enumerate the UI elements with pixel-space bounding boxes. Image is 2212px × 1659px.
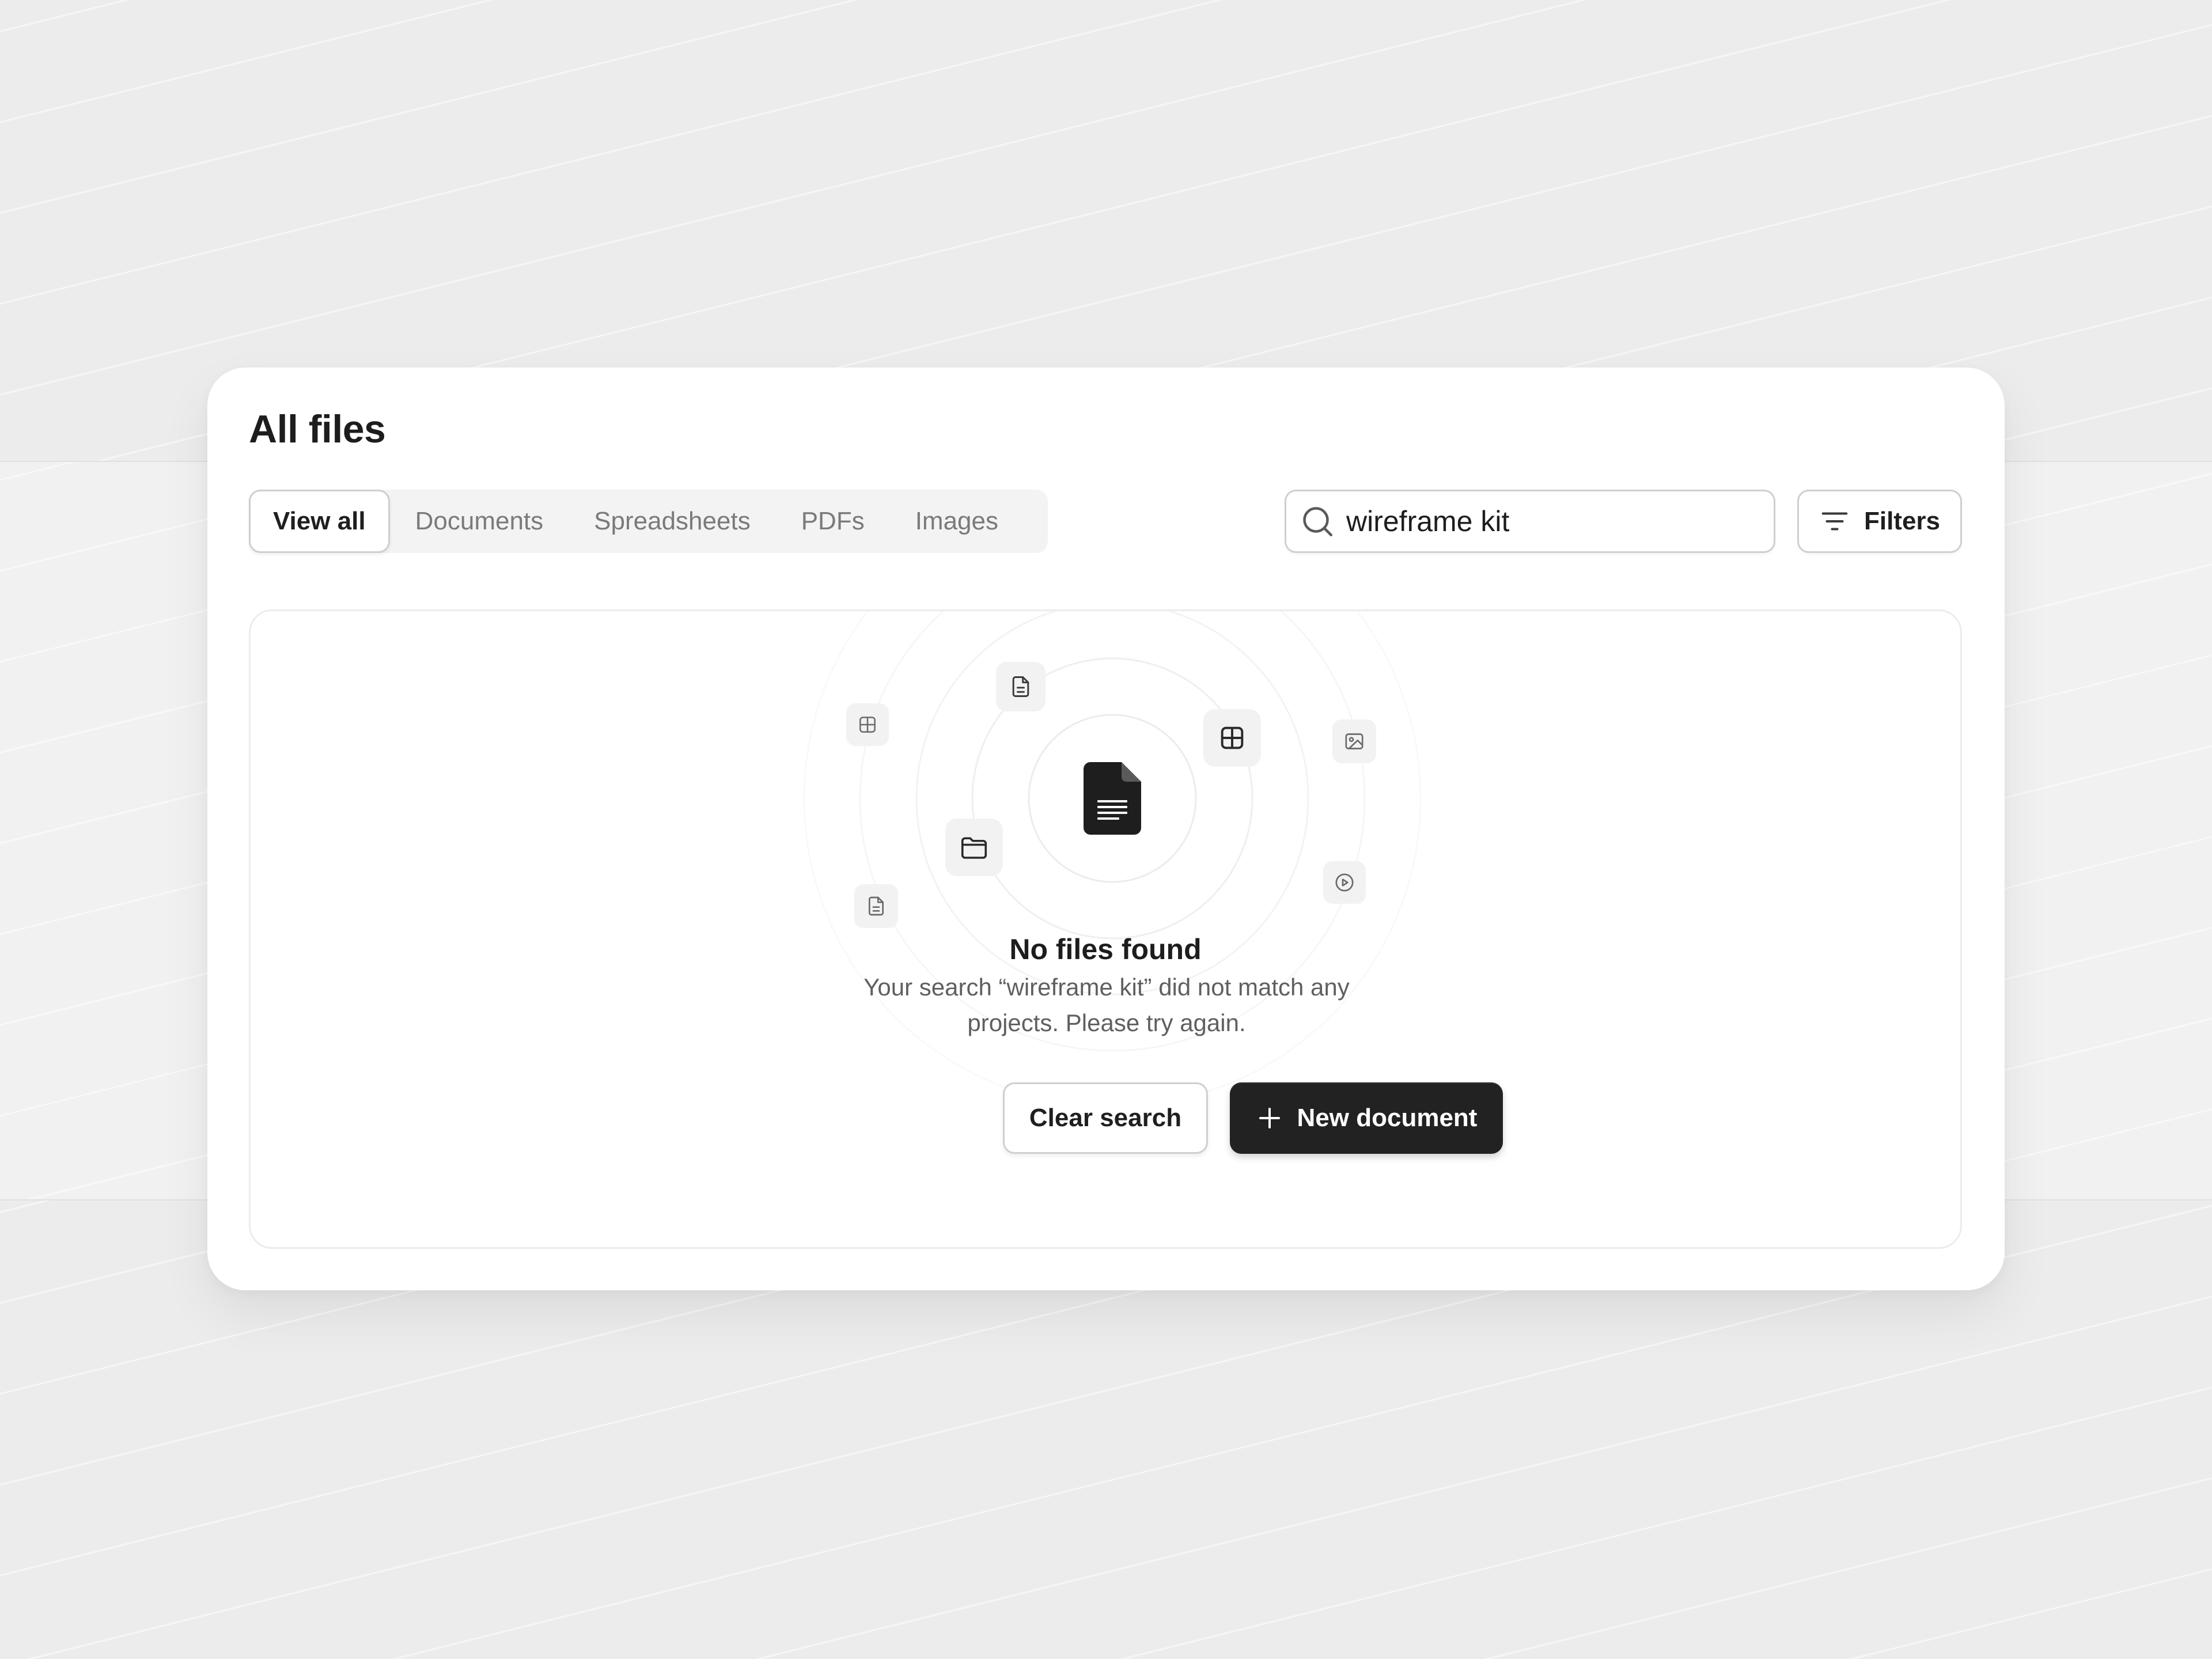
filters-button[interactable]: Filters bbox=[1797, 490, 1962, 553]
document-icon bbox=[854, 884, 898, 928]
empty-state-title: No files found bbox=[1009, 933, 1202, 965]
filter-lines-icon bbox=[1821, 512, 1848, 531]
plus-icon bbox=[1259, 1108, 1280, 1128]
grid-icon bbox=[1203, 709, 1261, 767]
image-icon bbox=[1332, 719, 1376, 763]
tab-images[interactable]: Images bbox=[890, 490, 1024, 553]
document-icon bbox=[1084, 762, 1141, 835]
clear-search-button[interactable]: Clear search bbox=[1003, 1082, 1208, 1154]
filters-label: Filters bbox=[1863, 507, 1941, 535]
play-circle-icon bbox=[1323, 861, 1366, 904]
tab-pdfs[interactable]: PDFs bbox=[776, 490, 890, 553]
grid-icon bbox=[846, 703, 889, 746]
empty-state-panel: No files found Your search “wireframe ki… bbox=[249, 609, 1962, 1249]
new-document-label: New document bbox=[1297, 1104, 1478, 1132]
page-title: All files bbox=[249, 407, 386, 451]
tab-documents[interactable]: Documents bbox=[390, 490, 569, 553]
clear-search-label: Clear search bbox=[1029, 1104, 1182, 1132]
search-input[interactable] bbox=[1346, 505, 1774, 538]
search-box[interactable] bbox=[1285, 490, 1775, 553]
tab-view-all[interactable]: View all bbox=[249, 490, 390, 553]
tab-spreadsheets[interactable]: Spreadsheets bbox=[569, 490, 776, 553]
files-card: All files View all Documents Spreadsheet… bbox=[207, 368, 2005, 1290]
file-type-tabs: View all Documents Spreadsheets PDFs Ima… bbox=[249, 490, 1048, 553]
new-document-button[interactable]: New document bbox=[1230, 1082, 1503, 1154]
empty-state-description: Your search “wireframe kit” did not matc… bbox=[863, 974, 1350, 1036]
file-text-icon bbox=[996, 662, 1046, 711]
search-icon bbox=[1303, 507, 1332, 536]
folder-icon bbox=[945, 819, 1003, 876]
